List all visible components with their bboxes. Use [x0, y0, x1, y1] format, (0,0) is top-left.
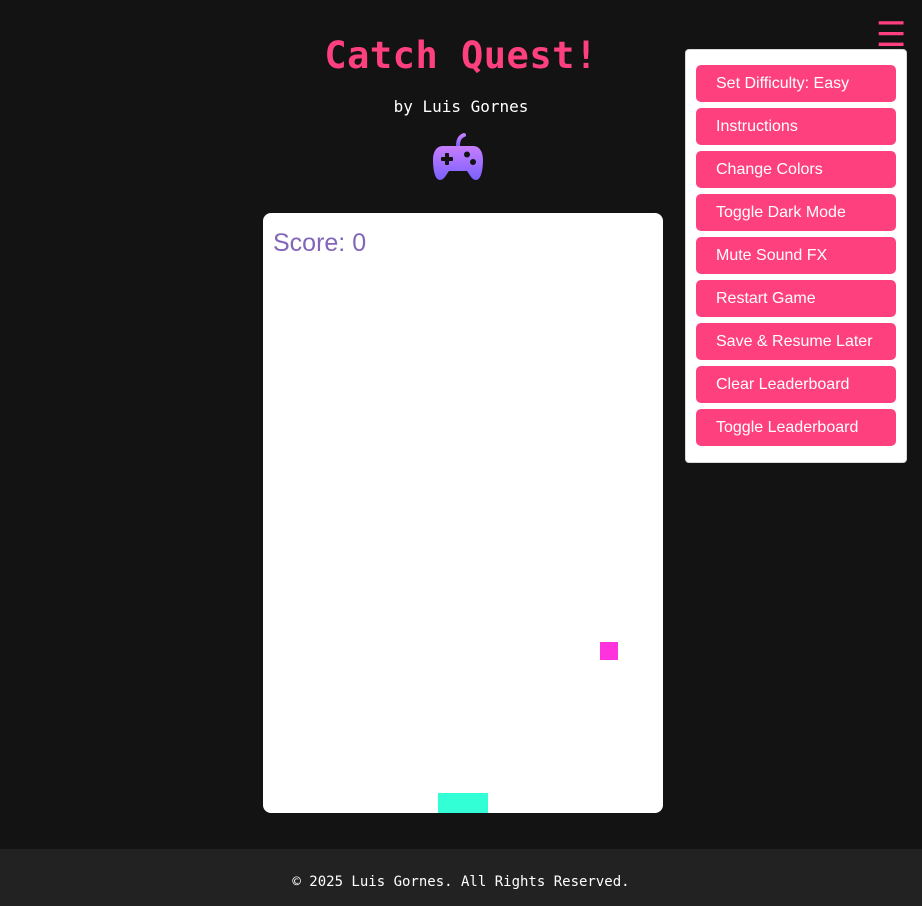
restart-game-button[interactable]: Restart Game [696, 280, 896, 317]
page-footer: © 2025 Luis Gornes. All Rights Reserved. [0, 849, 922, 906]
game-canvas[interactable]: Score: 0 [263, 213, 663, 813]
copyright-text: © 2025 Luis Gornes. All Rights Reserved. [292, 874, 630, 890]
mute-sound-fx-button[interactable]: Mute Sound FX [696, 237, 896, 274]
clear-leaderboard-button[interactable]: Clear Leaderboard [696, 366, 896, 403]
toggle-leaderboard-button[interactable]: Toggle Leaderboard [696, 409, 896, 446]
set-difficulty-button[interactable]: Set Difficulty: Easy [696, 65, 896, 102]
save-resume-button[interactable]: Save & Resume Later [696, 323, 896, 360]
options-menu: Set Difficulty: Easy Instructions Change… [685, 49, 907, 463]
instructions-button[interactable]: Instructions [696, 108, 896, 145]
change-colors-button[interactable]: Change Colors [696, 151, 896, 188]
gamepad-icon [433, 133, 483, 180]
score-display: Score: 0 [273, 229, 367, 257]
catcher-paddle[interactable] [438, 793, 488, 813]
hamburger-menu-icon[interactable]: ☰ [876, 18, 906, 52]
falling-item [600, 642, 618, 660]
toggle-dark-mode-button[interactable]: Toggle Dark Mode [696, 194, 896, 231]
